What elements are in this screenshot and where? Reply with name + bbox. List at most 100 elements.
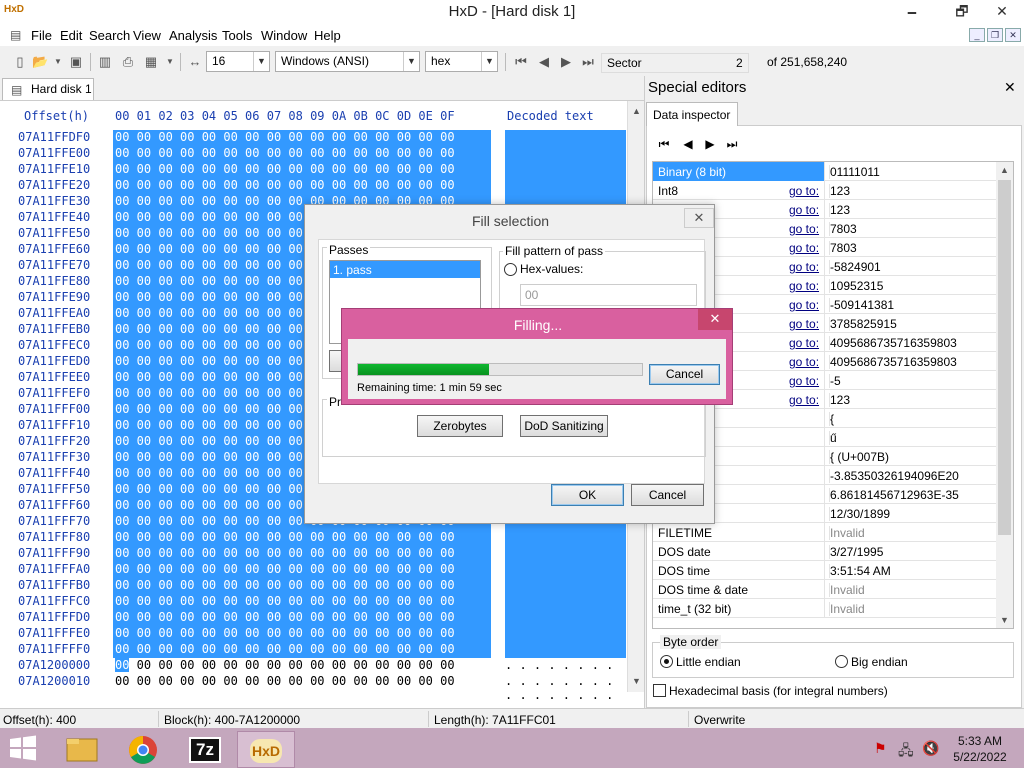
goto-link[interactable]: go to: [789, 279, 819, 293]
next-sector-icon[interactable]: ▶ [558, 54, 574, 70]
dod-sanitizing-button[interactable]: DoD Sanitizing [520, 415, 608, 437]
inspector-value[interactable]: -5 [829, 374, 841, 388]
inspector-value[interactable]: 7803 [829, 241, 857, 255]
row-decoded[interactable] [505, 546, 626, 562]
big-endian-label[interactable]: Big endian [851, 655, 908, 669]
hex-row[interactable]: 07A11FFF80 00 00 00 00 00 00 00 00 00 00 … [0, 530, 644, 546]
row-decoded[interactable] [505, 562, 626, 578]
inspector-row[interactable]: time_t (32 bit) Invalid [653, 599, 996, 618]
goto-link[interactable]: go to: [789, 393, 819, 407]
row-bytes[interactable]: 00 00 00 00 00 00 00 00 00 00 00 00 00 0… [113, 674, 491, 690]
menu-tools[interactable]: Tools [222, 28, 252, 43]
row-bytes[interactable]: 00 00 00 00 00 00 00 00 00 00 00 00 00 0… [113, 130, 491, 146]
scroll-down-icon[interactable]: ▼ [996, 612, 1013, 628]
hex-row[interactable]: 07A11FFE20 00 00 00 00 00 00 00 00 00 00 … [0, 178, 644, 194]
pass-item[interactable]: 1. pass [330, 261, 480, 278]
display-mode-select[interactable]: hex ▼ [425, 51, 498, 72]
hex-row[interactable]: 07A11FFDF0 00 00 00 00 00 00 00 00 00 00 … [0, 130, 644, 146]
inspector-value[interactable]: 4095686735716359803 [829, 336, 957, 350]
inspector-value[interactable]: 7803 [829, 222, 857, 236]
row-bytes[interactable]: 00 00 00 00 00 00 00 00 00 00 00 00 00 0… [113, 546, 491, 562]
inspector-value[interactable]: 01111011 [829, 165, 880, 179]
goto-link[interactable]: go to: [789, 260, 819, 274]
bytes-per-row-select[interactable]: 16 ▼ [206, 51, 270, 72]
inspector-first-icon[interactable]: ⏮ [656, 136, 672, 152]
row-bytes[interactable]: 00 00 00 00 00 00 00 00 00 00 00 00 00 0… [113, 562, 491, 578]
row-bytes[interactable]: 00 00 00 00 00 00 00 00 00 00 00 00 00 0… [113, 658, 491, 674]
scroll-down-icon[interactable]: ▼ [628, 673, 645, 689]
goto-link[interactable]: go to: [789, 355, 819, 369]
hex-row[interactable]: 07A11FFF90 00 00 00 00 00 00 00 00 00 00 … [0, 546, 644, 562]
inspector-row[interactable]: DOS date 3/27/1995 [653, 542, 996, 561]
inspector-value[interactable]: { (U+007B) [829, 450, 889, 464]
scroll-thumb[interactable] [998, 180, 1011, 535]
row-bytes[interactable]: 00 00 00 00 00 00 00 00 00 00 00 00 00 0… [113, 530, 491, 546]
menu-view[interactable]: View [133, 28, 161, 43]
row-bytes[interactable]: 00 00 00 00 00 00 00 00 00 00 00 00 00 0… [113, 146, 491, 162]
inspector-value[interactable]: { [829, 412, 834, 426]
mdi-close-icon[interactable]: ✕ [1005, 28, 1021, 42]
fill-cancel-button[interactable]: Cancel [631, 484, 704, 506]
inspector-next-icon[interactable]: ▶ [702, 136, 718, 152]
row-bytes[interactable]: 00 00 00 00 00 00 00 00 00 00 00 00 00 0… [113, 162, 491, 178]
row-decoded[interactable] [505, 626, 626, 642]
inspector-value[interactable]: -3.85350326194096E20 [829, 469, 959, 483]
taskbar-chrome[interactable] [114, 731, 172, 768]
action-center-flag-icon[interactable]: ⚑ [874, 740, 887, 757]
menu-search[interactable]: Search [89, 28, 130, 43]
row-bytes[interactable]: 00 00 00 00 00 00 00 00 00 00 00 00 00 0… [113, 610, 491, 626]
first-sector-icon[interactable]: ⏮ [513, 54, 529, 70]
inspector-value[interactable]: -5824901 [829, 260, 881, 274]
tab-data-inspector[interactable]: Data inspector [646, 102, 738, 126]
row-decoded[interactable] [505, 610, 626, 626]
close-file-icon[interactable]: ▥ [97, 54, 113, 70]
row-bytes[interactable]: 00 00 00 00 00 00 00 00 00 00 00 00 00 0… [113, 626, 491, 642]
save-icon[interactable]: ▣ [68, 54, 84, 70]
prev-sector-icon[interactable]: ◀ [536, 54, 552, 70]
hex-row[interactable]: 07A11FFFA0 00 00 00 00 00 00 00 00 00 00 … [0, 562, 644, 578]
inspector-value[interactable]: 3/27/1995 [829, 545, 883, 559]
new-file-icon[interactable]: ▯ [12, 54, 28, 70]
fill-dialog-close-icon[interactable]: ✕ [684, 208, 714, 228]
row-decoded[interactable] [505, 578, 626, 594]
inspector-value[interactable]: Invalid [829, 583, 865, 597]
volume-muted-icon[interactable]: 🔇 [922, 740, 939, 757]
goto-link[interactable]: go to: [789, 203, 819, 217]
row-decoded[interactable] [505, 146, 626, 162]
taskbar-clock[interactable]: 5:33 AM 5/22/2022 [940, 733, 1020, 765]
network-icon[interactable]: 🖧 [898, 740, 914, 764]
inspector-value[interactable]: 3:51:54 AM [829, 564, 891, 578]
inspector-prev-icon[interactable]: ◀ [680, 136, 696, 152]
hex-row[interactable]: 07A11FFFC0 00 00 00 00 00 00 00 00 00 00 … [0, 594, 644, 610]
restore-button[interactable]: 🗗 [940, 0, 984, 22]
menu-help[interactable]: Help [314, 28, 341, 43]
close-button[interactable]: ✕ [980, 0, 1024, 22]
row-decoded[interactable] [505, 530, 626, 546]
inspector-value[interactable]: 123 [829, 184, 850, 198]
inspector-value[interactable]: 6.86181456712963E-35 [829, 488, 959, 502]
open-dropdown-icon[interactable]: ▼ [50, 54, 66, 70]
start-button[interactable] [8, 735, 38, 761]
goto-link[interactable]: go to: [789, 241, 819, 255]
goto-link[interactable]: go to: [789, 317, 819, 331]
inspector-value[interactable]: 10952315 [829, 279, 883, 293]
row-decoded[interactable] [505, 178, 626, 194]
menu-analysis[interactable]: Analysis [169, 28, 217, 43]
scroll-up-icon[interactable]: ▲ [628, 103, 645, 119]
special-editors-close-icon[interactable]: ✕ [1004, 79, 1016, 96]
inspector-scrollbar[interactable]: ▲ ▼ [996, 162, 1013, 628]
big-endian-radio[interactable] [835, 655, 848, 668]
inspector-last-icon[interactable]: ⏭ [724, 136, 740, 152]
goto-link[interactable]: go to: [789, 298, 819, 312]
menu-edit[interactable]: Edit [60, 28, 82, 43]
inspector-row[interactable]: FILETIME Invalid [653, 523, 996, 542]
byte-values[interactable]: 00 00 00 00 00 00 00 00 00 00 00 00 00 0… [129, 658, 455, 672]
row-bytes[interactable]: 00 00 00 00 00 00 00 00 00 00 00 00 00 0… [113, 178, 491, 194]
fill-ok-button[interactable]: OK [551, 484, 624, 506]
hex-row[interactable]: 07A1200000 00 00 00 00 00 00 00 00 00 00 … [0, 658, 644, 686]
print-icon[interactable]: ⎙ [120, 54, 136, 70]
row-decoded[interactable]: . . . . . . . . . . . . . . . . [505, 658, 626, 686]
minimize-button[interactable]: 🗕 [890, 0, 934, 22]
filling-close-icon[interactable]: ✕ [698, 309, 732, 330]
last-sector-icon[interactable]: ⏭ [580, 54, 596, 70]
